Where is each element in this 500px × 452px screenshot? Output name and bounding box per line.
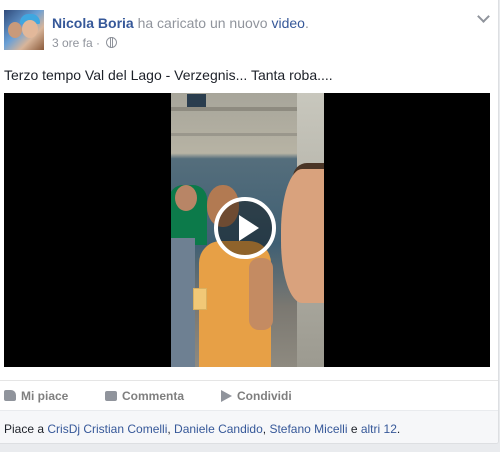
thumb-person-green-head	[175, 185, 197, 211]
thumb-vent	[187, 94, 206, 107]
likes-prefix: Piace a	[4, 422, 48, 436]
likes-text: Piace a CrisDj Cristian Comelli, Daniele…	[4, 422, 400, 436]
liker-link[interactable]: Stefano Micelli	[269, 422, 347, 436]
chevron-down-icon[interactable]	[477, 10, 490, 23]
others-link[interactable]: altri 12	[361, 422, 397, 436]
play-icon[interactable]	[214, 197, 276, 259]
liker-link[interactable]: CrisDj Cristian Comelli	[47, 422, 167, 436]
likes-suffix: .	[396, 422, 401, 436]
action-text: ha caricato un nuovo	[133, 15, 272, 31]
share-label: Condividi	[237, 389, 292, 403]
video-player[interactable]	[4, 93, 490, 367]
author-name-link[interactable]: Nicola Boria	[52, 15, 134, 31]
timestamp-link[interactable]: 3 ore fa	[52, 36, 93, 50]
meta-separator: ·	[92, 36, 104, 50]
post-meta: 3 ore fa ·	[52, 36, 118, 50]
thumb-person-right-face	[281, 169, 324, 303]
action-end: .	[304, 15, 309, 31]
thumb-beer-cup	[193, 288, 207, 310]
avatar[interactable]	[4, 10, 44, 50]
likes-conjunction: e	[347, 422, 361, 436]
comment-label: Commenta	[122, 389, 185, 403]
globe-icon[interactable]	[106, 37, 118, 48]
like-label: Mi piace	[21, 389, 69, 403]
comment-button[interactable]: Commenta	[105, 389, 184, 403]
like-button[interactable]: Mi piace	[4, 389, 68, 403]
action-bar: Mi piace Commenta Condividi	[0, 380, 498, 411]
thumb-person-gray	[171, 238, 195, 367]
post-headline: Nicola Boria ha caricato un nuovo video.	[52, 15, 309, 31]
thumb-person-orange-arm	[249, 258, 273, 330]
avatar-face-right	[22, 20, 38, 38]
comment-icon	[105, 390, 117, 401]
share-arrow-icon	[221, 389, 232, 402]
post-message: Terzo tempo Val del Lago - Verzegnis... …	[4, 67, 333, 83]
likes-summary: Piace a CrisDj Cristian Comelli, Daniele…	[0, 410, 498, 443]
liker-link[interactable]: Daniele Candido	[174, 422, 263, 436]
avatar-face-left	[8, 22, 22, 38]
share-button[interactable]: Condividi	[221, 389, 292, 403]
video-link[interactable]: video	[271, 15, 304, 31]
post-card: Nicola Boria ha caricato un nuovo video.…	[0, 0, 499, 444]
thumbs-up-icon	[4, 390, 16, 402]
